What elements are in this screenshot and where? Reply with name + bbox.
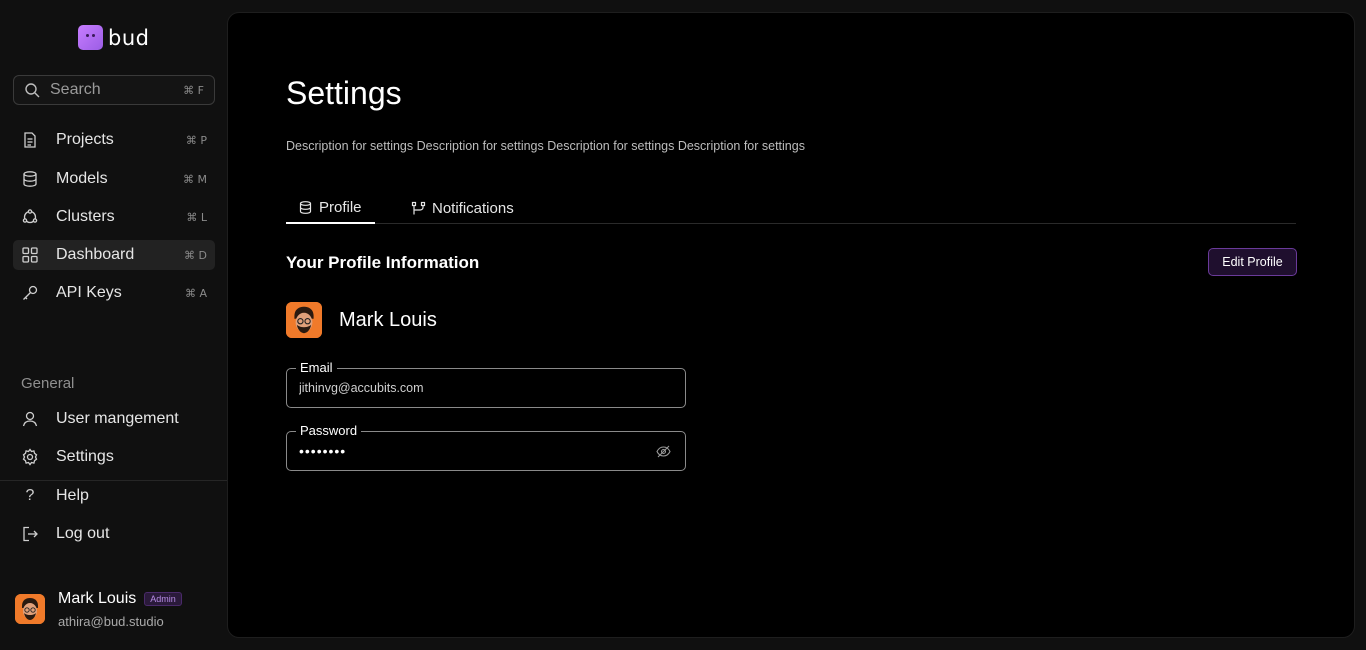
sidebar-item-label: Help (56, 487, 89, 504)
profile-name: Mark Louis (339, 308, 437, 331)
shortcut-hint: ⌘ P (185, 133, 207, 147)
sidebar-item-label: Log out (56, 525, 110, 542)
search-shortcut: ⌘ F (183, 83, 204, 97)
grid-icon (21, 246, 39, 264)
email-input[interactable] (299, 369, 639, 407)
settings-tabs: Profile Notifications (286, 193, 1296, 224)
sidebar-item-label: Models (56, 170, 108, 187)
search-box[interactable]: ⌘ F (13, 75, 215, 105)
question-icon: ? (25, 487, 35, 504)
sidebar-item-label: Clusters (56, 208, 115, 225)
sidebar-item-clusters[interactable]: Clusters ⌘ L (13, 202, 215, 232)
shortcut-hint: ⌘ A (184, 286, 207, 300)
sidebar: bud ⌘ F Projects ⌘ P Models ⌘ M Clusters… (0, 0, 227, 650)
sidebar-item-help[interactable]: ? Help (13, 481, 215, 511)
main-panel: Settings Description for settings Descri… (227, 12, 1355, 638)
email-field[interactable]: Email (286, 360, 686, 408)
role-badge: Admin (144, 592, 182, 606)
app-logo[interactable]: bud (78, 25, 149, 50)
sidebar-item-logout[interactable]: Log out (13, 519, 215, 549)
section-title: Your Profile Information (286, 253, 480, 272)
sidebar-item-user-management[interactable]: User mangement (13, 404, 215, 434)
sidebar-item-label: User mangement (56, 410, 179, 427)
search-icon (25, 83, 40, 98)
logo-text: bud (108, 25, 150, 50)
avatar (15, 594, 45, 624)
tab-label: Profile (319, 199, 362, 216)
user-email: athira@bud.studio (58, 614, 164, 629)
general-section-title: General (21, 375, 75, 392)
sidebar-item-settings[interactable]: Settings (13, 442, 215, 472)
shortcut-hint: ⌘ L (186, 210, 207, 224)
search-input[interactable] (50, 81, 170, 99)
key-icon (21, 284, 39, 302)
document-icon (21, 131, 39, 149)
sidebar-item-label: Projects (56, 131, 114, 148)
page-title: Settings (286, 75, 402, 111)
shortcut-hint: ⌘ D (184, 248, 207, 262)
tab-label: Notifications (432, 200, 514, 217)
database-icon (299, 201, 312, 214)
sidebar-item-label: API Keys (56, 284, 122, 301)
avatar (286, 302, 322, 338)
password-field[interactable]: Password (286, 423, 686, 471)
tab-profile[interactable]: Profile (286, 193, 375, 224)
tab-notifications[interactable]: Notifications (411, 193, 514, 224)
database-icon (21, 170, 39, 188)
branch-icon (411, 201, 426, 215)
sidebar-item-label: Settings (56, 448, 114, 465)
logo-icon (78, 25, 103, 50)
sidebar-item-dashboard[interactable]: Dashboard ⌘ D (13, 240, 215, 270)
eye-off-icon[interactable] (656, 444, 671, 459)
sidebar-item-models[interactable]: Models ⌘ M (13, 164, 215, 194)
page-description: Description for settings Description for… (286, 139, 805, 153)
user-name: Mark Louis (58, 590, 137, 607)
sidebar-item-projects[interactable]: Projects ⌘ P (13, 125, 215, 155)
profile-header: Mark Louis (286, 302, 437, 338)
password-input[interactable] (299, 432, 639, 470)
sidebar-item-api-keys[interactable]: API Keys ⌘ A (13, 278, 215, 308)
shortcut-hint: ⌘ M (183, 172, 207, 186)
sidebar-item-label: Dashboard (56, 246, 135, 263)
current-user[interactable]: Mark Louis Admin athira@bud.studio (15, 590, 182, 629)
cluster-icon (21, 208, 39, 226)
gear-icon (21, 448, 39, 466)
edit-profile-button[interactable]: Edit Profile (1208, 248, 1297, 276)
user-icon (21, 410, 39, 428)
logout-icon (21, 525, 39, 543)
